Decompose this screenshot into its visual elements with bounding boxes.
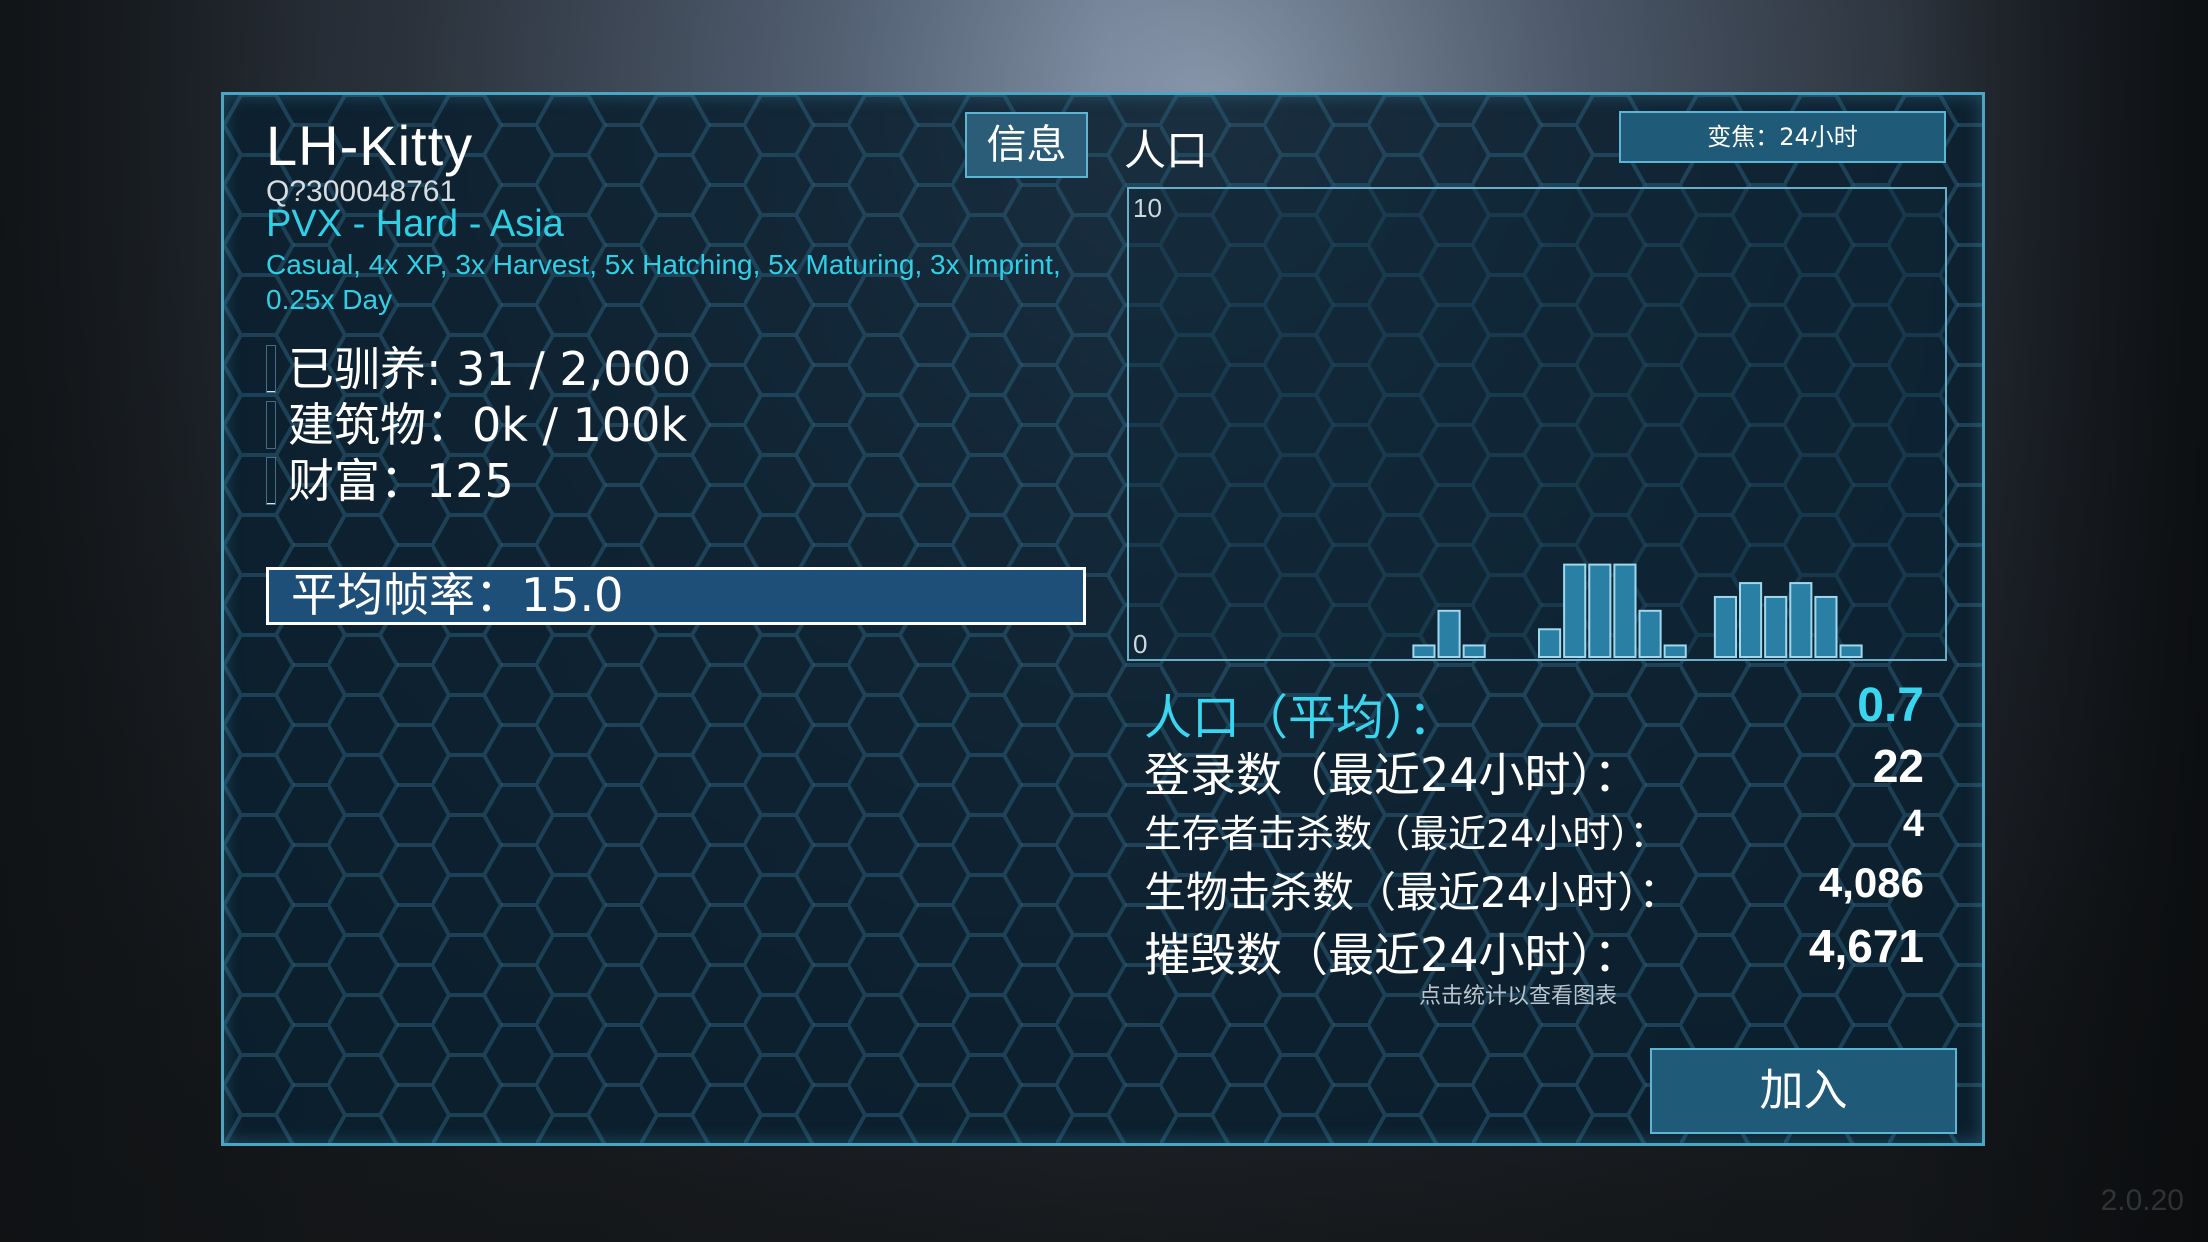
population-bar xyxy=(1638,609,1662,658)
pop-stat-logins[interactable]: 登录数（最近24小时）： 22 xyxy=(1144,739,1924,802)
pop-stat-label: 摧毁数（最近24小时）： xyxy=(1144,928,1640,982)
pop-stat-creature-kills[interactable]: 生物击杀数（最近24小时）： 4,086 xyxy=(1144,859,1924,917)
pop-stat-value: 4 xyxy=(1902,803,1924,845)
y-axis-min-label: 0 xyxy=(1133,629,1147,659)
pop-stat-value: 22 xyxy=(1872,740,1924,792)
stat-avg-fps[interactable]: 平均帧率：15.0 xyxy=(266,567,1086,625)
population-bar xyxy=(1412,644,1436,659)
population-bar xyxy=(1789,582,1813,658)
pop-stat-value: 4,086 xyxy=(1818,859,1924,906)
join-button[interactable]: 加入 xyxy=(1650,1048,1957,1134)
stat-label: 财富：125 xyxy=(288,454,514,508)
tab-population[interactable]: 人口 xyxy=(1124,117,1208,178)
zoom-button[interactable]: 变焦：24小时 xyxy=(1619,111,1946,163)
version-label: 2.0.20 xyxy=(2100,1184,2184,1217)
stat-label: 建筑物：0k / 100k xyxy=(288,398,688,452)
server-rules: Casual, 4x XP, 3x Harvest, 5x Hatching, … xyxy=(266,249,1061,315)
population-bar xyxy=(1462,644,1486,659)
server-mode: PVX - Hard - Asia xyxy=(266,203,564,245)
pop-stat-label: 生存者击杀数（最近24小时）： xyxy=(1144,812,1668,856)
population-bar xyxy=(1437,609,1461,658)
pop-stat-destroyed[interactable]: 摧毁数（最近24小时）： 4,671 xyxy=(1144,919,1924,982)
population-bar xyxy=(1613,563,1637,659)
pop-stat-label: 生物击杀数（最近24小时）： xyxy=(1144,868,1681,917)
stat-structures[interactable]: 建筑物：0k / 100k xyxy=(266,397,1086,453)
population-bar xyxy=(1839,644,1863,659)
stat-tamed[interactable]: 已驯养: 31 / 2,000 xyxy=(266,341,1086,397)
population-chart-svg: 10 0 xyxy=(1133,193,1863,659)
stat-label: 平均帧率：15.0 xyxy=(291,568,624,622)
population-bar xyxy=(1814,595,1838,659)
pop-stat-average[interactable]: 人口（平均）： 0.7 xyxy=(1144,678,1924,746)
pop-stat-value: 0.7 xyxy=(1857,679,1924,732)
stat-fill-bar xyxy=(266,401,276,449)
chart-hint: 点击统计以查看图表 xyxy=(1419,984,1618,1009)
population-bar xyxy=(1563,563,1587,659)
server-info-panel: LH-Kitty Q?300048761 PVX - Hard - Asia C… xyxy=(221,92,1985,1146)
pop-stat-value: 4,671 xyxy=(1808,920,1924,972)
population-bar xyxy=(1713,595,1737,659)
pop-stat-label: 人口（平均）： xyxy=(1144,690,1457,746)
pop-stat-label: 登录数（最近24小时）： xyxy=(1144,748,1640,802)
pop-stat-survivor-kills[interactable]: 生存者击杀数（最近24小时）： 4 xyxy=(1144,803,1924,861)
tab-info-button[interactable]: 信息 xyxy=(965,112,1088,178)
stat-fill-bar xyxy=(266,345,276,393)
y-axis-max-label: 10 xyxy=(1133,193,1162,223)
population-bar xyxy=(1538,628,1562,658)
population-bar xyxy=(1764,595,1788,659)
stat-wealth[interactable]: 财富：125 xyxy=(266,453,1086,509)
population-bar xyxy=(1663,644,1687,659)
server-name: LH-Kitty xyxy=(266,114,474,177)
population-bar xyxy=(1739,582,1763,658)
population-bar xyxy=(1588,563,1612,659)
population-chart[interactable]: 10 0 xyxy=(1127,187,1947,661)
stat-fill-bar xyxy=(266,457,276,505)
stat-label: 已驯养: 31 / 2,000 xyxy=(288,342,692,396)
